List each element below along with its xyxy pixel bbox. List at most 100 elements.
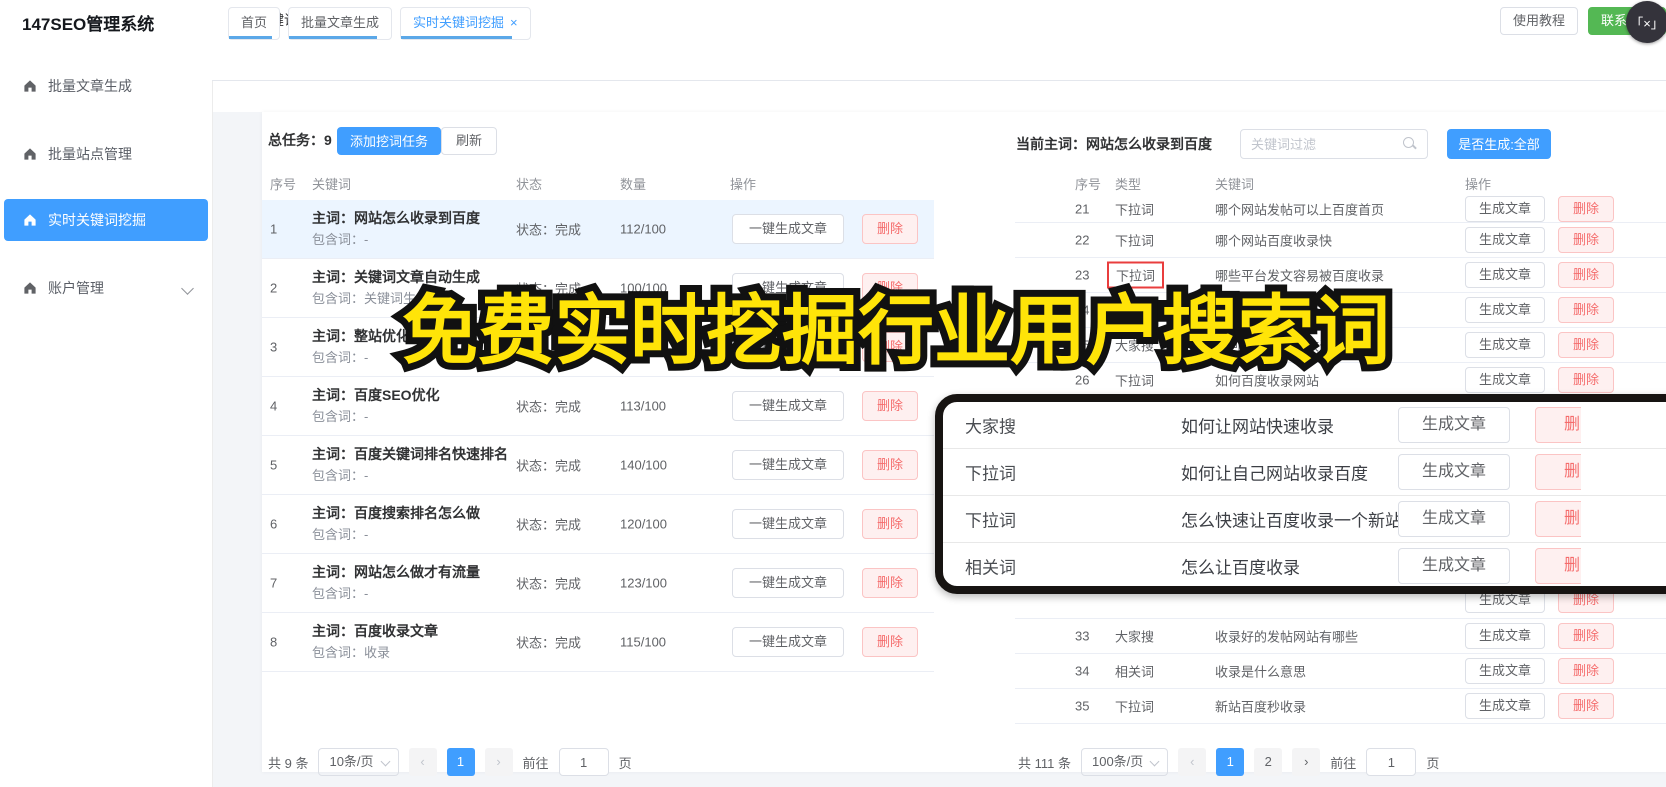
generate-article-button[interactable]: 一键生成文章 bbox=[732, 273, 844, 303]
generate-article-button[interactable]: 生成文章 bbox=[1465, 693, 1545, 719]
sidebar-item-batch-article[interactable]: 批量文章生成 bbox=[4, 65, 208, 107]
tab-home[interactable]: 首页 bbox=[228, 7, 281, 40]
generate-article-button[interactable]: 生成文章 bbox=[1398, 548, 1510, 584]
refresh-button[interactable]: 刷新 bbox=[441, 127, 498, 155]
task-row-5[interactable]: 5 主词：百度关键词排名快速排名 包含词：- 状态：完成 140/100 一键生… bbox=[262, 436, 934, 495]
keyword-text: 哪个网站发帖可以上百度首页 bbox=[1215, 202, 1385, 218]
sidebar-item-keyword-mining[interactable]: 实时关键词挖掘 bbox=[4, 199, 208, 241]
delete-button[interactable]: 删除 bbox=[1535, 454, 1581, 490]
delete-button[interactable]: 删除 bbox=[1558, 658, 1614, 684]
keyword-row-33[interactable]: 33 大家搜 收录好的发帖网站有哪些 生成文章 删除 bbox=[1015, 619, 1666, 654]
delete-button[interactable]: 删除 bbox=[862, 391, 918, 421]
next-page-button[interactable]: › bbox=[1292, 748, 1321, 776]
delete-button[interactable]: 删除 bbox=[862, 450, 918, 480]
generate-article-button[interactable]: 一键生成文章 bbox=[732, 391, 844, 421]
prev-page-button[interactable]: ‹ bbox=[408, 748, 437, 776]
generate-article-button[interactable]: 一键生成文章 bbox=[732, 509, 844, 539]
keyword-type: 大家搜 bbox=[1115, 629, 1155, 645]
goto-page-input[interactable] bbox=[558, 748, 609, 776]
magnified-callout-box: 大家搜 如何让网站快速收录 生成文章 删除 下拉词 如何让自己网站收录百度 生成… bbox=[935, 394, 1666, 594]
prev-page-button[interactable]: ‹ bbox=[1178, 748, 1207, 776]
col-header-keyword: 关键词 bbox=[1215, 177, 1255, 192]
keyword-type: 大家搜 bbox=[1115, 338, 1155, 354]
translate-overlay-icon[interactable]: 「×」 bbox=[1626, 1, 1666, 43]
keyword-row-26[interactable]: 26 下拉词 如何百度收录网站 生成文章 删除 bbox=[1015, 363, 1666, 398]
keyword-row-35[interactable]: 35 下拉词 新站百度秒收录 生成文章 删除 bbox=[1015, 689, 1666, 724]
keyword-filter-input[interactable] bbox=[1240, 129, 1428, 159]
tutorial-button[interactable]: 使用教程 bbox=[1500, 7, 1578, 35]
generate-article-button[interactable]: 生成文章 bbox=[1465, 196, 1545, 222]
page-unit-label: 页 bbox=[1426, 755, 1440, 771]
generate-article-button[interactable]: 生成文章 bbox=[1465, 262, 1545, 288]
task-count: 112/100 bbox=[620, 221, 667, 237]
delete-button[interactable]: 删除 bbox=[1558, 693, 1614, 719]
task-row-7[interactable]: 7 主词：网站怎么做才有流量 包含词：- 状态：完成 123/100 一键生成文… bbox=[262, 554, 934, 613]
delete-button[interactable]: 删除 bbox=[1558, 196, 1614, 222]
task-row-3[interactable]: 3 主词：整站优化 包含词：- 状态：完成 一键生成文章 删除 bbox=[262, 318, 934, 377]
page-size-select[interactable]: 10条/页 bbox=[318, 748, 399, 776]
task-include-word: 包含词：关键词生成 bbox=[312, 291, 430, 306]
home-icon bbox=[24, 282, 36, 294]
generate-article-button[interactable]: 生成文章 bbox=[1398, 407, 1510, 443]
delete-button[interactable]: 删除 bbox=[1558, 332, 1614, 358]
delete-button[interactable]: 删除 bbox=[862, 273, 918, 303]
delete-button[interactable]: 删除 bbox=[1558, 297, 1614, 323]
keyword-row-34[interactable]: 34 相关词 收录是什么意思 生成文章 删除 bbox=[1015, 654, 1666, 689]
add-mining-task-button[interactable]: 添加挖词任务 bbox=[337, 127, 442, 155]
keyword-row-23[interactable]: 23 下拉词 哪些平台发文容易被百度收录 生成文章 删除 bbox=[1015, 258, 1666, 293]
delete-button[interactable]: 删除 bbox=[1558, 623, 1614, 649]
close-tab-icon[interactable]: × bbox=[510, 15, 518, 30]
task-row-6[interactable]: 6 主词：百度搜索排名怎么做 包含词：- 状态：完成 120/100 一键生成文… bbox=[262, 495, 934, 554]
callout-row-4: 相关词 怎么让百度收录 生成文章 删除 bbox=[943, 543, 1666, 586]
task-row-8[interactable]: 8 主词：百度收录文章 包含词：收录 状态：完成 115/100 一键生成文章 … bbox=[262, 613, 934, 672]
delete-button[interactable]: 删除 bbox=[862, 214, 918, 244]
goto-page-input[interactable] bbox=[1366, 748, 1417, 776]
delete-button[interactable]: 删除 bbox=[1535, 501, 1581, 537]
delete-button[interactable]: 删除 bbox=[1535, 548, 1581, 584]
tab-batch-article[interactable]: 批量文章生成 bbox=[288, 7, 393, 40]
sidebar-item-account[interactable]: 账户管理 bbox=[4, 267, 208, 309]
delete-button[interactable]: 删除 bbox=[1558, 262, 1614, 288]
delete-button[interactable]: 删除 bbox=[862, 332, 918, 362]
generate-article-button[interactable]: 生成文章 bbox=[1398, 454, 1510, 490]
task-row-2[interactable]: 2 主词：关键词文章自动生成 包含词：关键词生成 状态：完成 100/100 一… bbox=[262, 259, 934, 318]
generate-article-button[interactable]: 生成文章 bbox=[1465, 332, 1545, 358]
page-size-select[interactable]: 100条/页 bbox=[1080, 748, 1169, 776]
generate-all-button[interactable]: 是否生成:全部 bbox=[1447, 129, 1551, 159]
keyword-row-22[interactable]: 22 下拉词 哪个网站百度收录快 生成文章 删除 bbox=[1015, 223, 1666, 258]
generate-article-button[interactable]: 生成文章 bbox=[1465, 623, 1545, 649]
keyword-no: 21 bbox=[1075, 201, 1090, 217]
generate-article-button[interactable]: 生成文章 bbox=[1465, 367, 1545, 393]
generate-article-button[interactable]: 生成文章 bbox=[1465, 297, 1545, 323]
task-row-1[interactable]: 1 主词：网站怎么收录到百度 包含词：- 状态：完成 112/100 一键生成文… bbox=[262, 200, 934, 259]
sidebar-item-batch-site[interactable]: 批量站点管理 bbox=[4, 133, 208, 175]
page-1-button[interactable]: 1 bbox=[446, 748, 475, 776]
delete-button[interactable]: 删除 bbox=[862, 627, 918, 657]
delete-button[interactable]: 删除 bbox=[862, 568, 918, 598]
callout-row-1: 大家搜 如何让网站快速收录 生成文章 删除 bbox=[943, 402, 1666, 449]
delete-button[interactable]: 删除 bbox=[1558, 367, 1614, 393]
keyword-row-25[interactable]: 25 大家搜 如何让网站快速收录 生成文章 删除 bbox=[1015, 328, 1666, 363]
tab-keyword-mining[interactable]: 实时关键词挖掘 × bbox=[400, 7, 531, 40]
task-table: 1 主词：网站怎么收录到百度 包含词：- 状态：完成 112/100 一键生成文… bbox=[262, 200, 934, 672]
delete-button-clipped: 删除 bbox=[1535, 454, 1581, 490]
callout-row-2: 下拉词 如何让自己网站收录百度 生成文章 删除 bbox=[943, 449, 1666, 496]
delete-button[interactable]: 删除 bbox=[1535, 407, 1581, 443]
delete-button-clipped: 删除 bbox=[1535, 548, 1581, 584]
generate-article-button[interactable]: 一键生成文章 bbox=[732, 450, 844, 480]
generate-article-button[interactable]: 一键生成文章 bbox=[732, 568, 844, 598]
next-page-button[interactable]: › bbox=[484, 748, 513, 776]
task-row-4[interactable]: 4 主词：百度SEO优化 包含词：- 状态：完成 113/100 一键生成文章 … bbox=[262, 377, 934, 436]
generate-article-button[interactable]: 生成文章 bbox=[1398, 501, 1510, 537]
delete-button[interactable]: 删除 bbox=[862, 509, 918, 539]
keyword-row-21[interactable]: 21 下拉词 哪个网站发帖可以上百度首页 生成文章 删除 bbox=[1015, 196, 1666, 223]
generate-article-button[interactable]: 生成文章 bbox=[1465, 227, 1545, 253]
page-2-button[interactable]: 2 bbox=[1254, 748, 1283, 776]
generate-article-button[interactable]: 一键生成文章 bbox=[732, 627, 844, 657]
generate-article-button[interactable]: 一键生成文章 bbox=[732, 332, 844, 362]
delete-button[interactable]: 删除 bbox=[1558, 227, 1614, 253]
keyword-row-24[interactable]: 24 下拉词 如何让网站被百度收录 生成文章 删除 bbox=[1015, 293, 1666, 328]
generate-article-button[interactable]: 生成文章 bbox=[1465, 658, 1545, 684]
generate-article-button[interactable]: 一键生成文章 bbox=[732, 214, 844, 244]
page-1-button[interactable]: 1 bbox=[1216, 748, 1245, 776]
